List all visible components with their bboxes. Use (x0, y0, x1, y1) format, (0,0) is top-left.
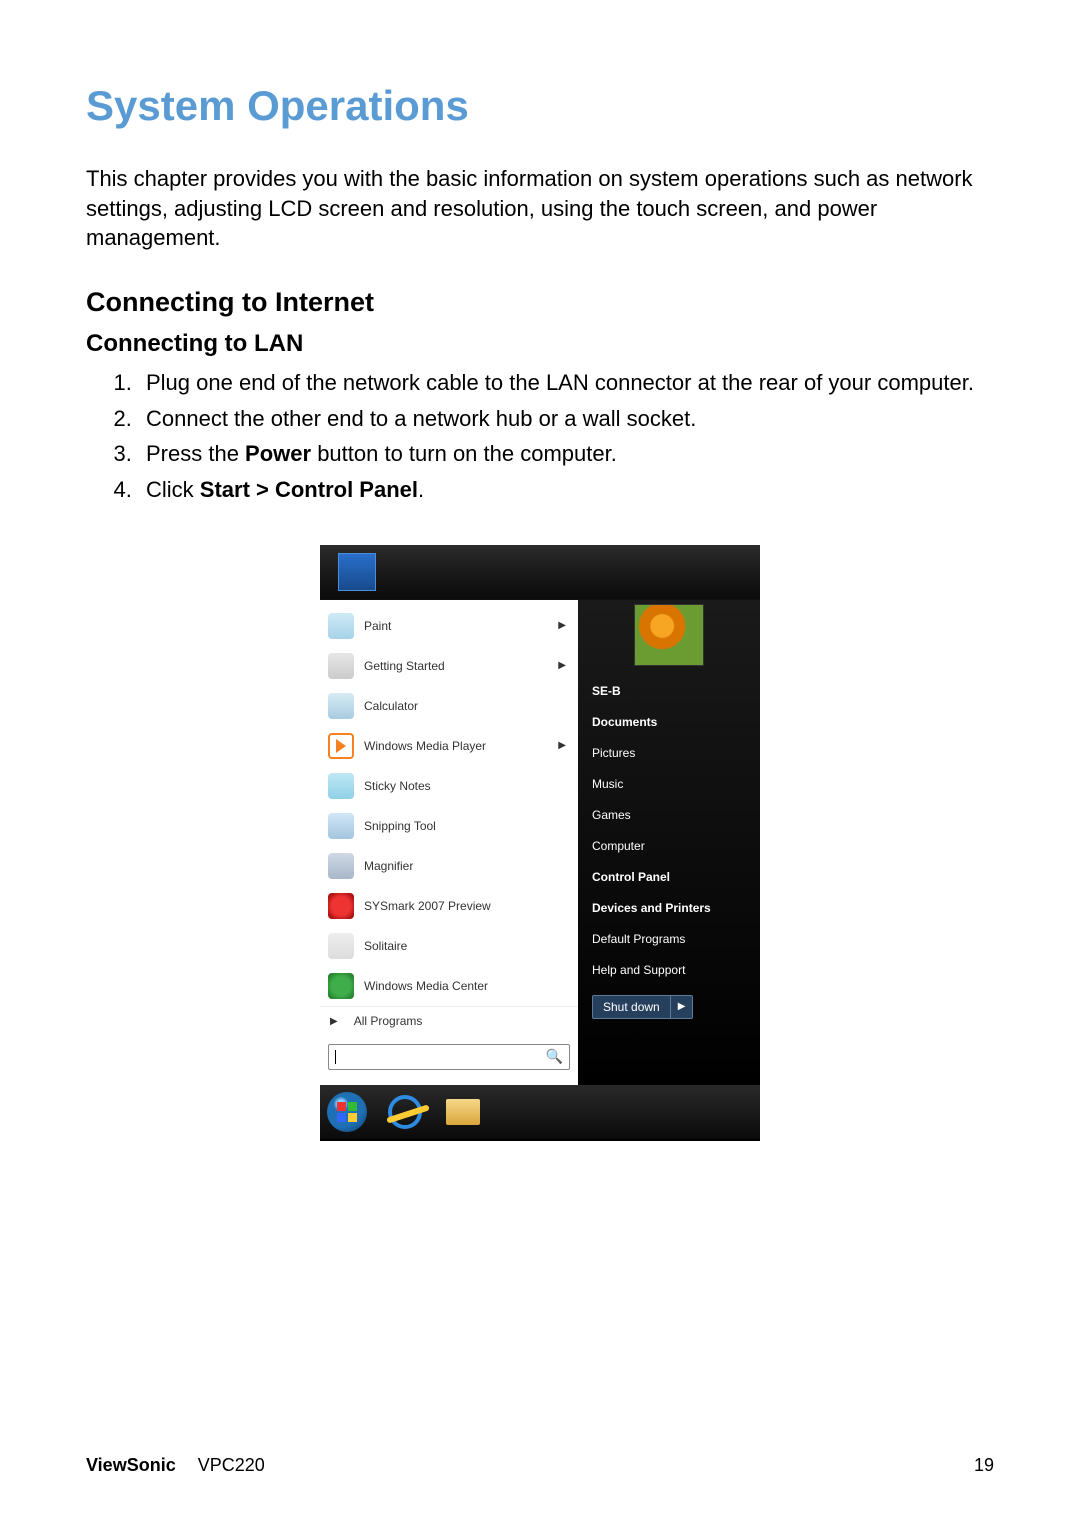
footer-brand: ViewSonic (86, 1455, 176, 1476)
program-label: Calculator (364, 699, 570, 713)
chevron-right-icon[interactable]: ▶ (670, 996, 693, 1018)
link-control-panel[interactable]: Control Panel (578, 861, 760, 892)
program-label: Sticky Notes (364, 779, 570, 793)
program-label: Snipping Tool (364, 819, 570, 833)
chevron-right-icon: ▶ (558, 620, 566, 631)
internet-explorer-icon (388, 1095, 422, 1129)
program-windows-media-center[interactable]: Windows Media Center (320, 966, 578, 1006)
folder-icon (446, 1099, 480, 1125)
program-sysmark[interactable]: SYSmark 2007 Preview (320, 886, 578, 926)
program-label: Paint (364, 619, 558, 633)
shutdown-label: Shut down (593, 996, 670, 1018)
shutdown-button[interactable]: Shut down ▶ (592, 995, 693, 1019)
link-computer[interactable]: Computer (578, 830, 760, 861)
program-label: Windows Media Center (364, 979, 570, 993)
taskbar-explorer[interactable] (442, 1093, 484, 1131)
step-1: Plug one end of the network cable to the… (138, 368, 994, 398)
program-label: Windows Media Player (364, 739, 558, 753)
search-input[interactable]: 🔍 (328, 1044, 570, 1070)
page-number: 19 (974, 1455, 994, 1476)
program-getting-started[interactable]: Getting Started ▶ (320, 646, 578, 686)
program-label: Solitaire (364, 939, 570, 953)
link-documents[interactable]: Documents (578, 706, 760, 737)
page-footer: ViewSonic VPC220 19 (86, 1455, 994, 1476)
program-calculator[interactable]: Calculator (320, 686, 578, 726)
link-pictures[interactable]: Pictures (578, 737, 760, 768)
search-icon: 🔍 (546, 1048, 563, 1065)
program-windows-media-player[interactable]: Windows Media Player ▶ (320, 726, 578, 766)
text-cursor (335, 1050, 336, 1064)
link-default-programs[interactable]: Default Programs (578, 923, 760, 954)
chevron-right-icon: ▶ (558, 740, 566, 751)
wmc-icon (328, 973, 354, 999)
snipping-tool-icon (328, 813, 354, 839)
program-magnifier[interactable]: Magnifier (320, 846, 578, 886)
magnifier-icon (328, 853, 354, 879)
taskbar (320, 1085, 760, 1139)
program-label: SYSmark 2007 Preview (364, 899, 570, 913)
chevron-right-icon: ▶ (330, 1016, 338, 1027)
link-help-and-support[interactable]: Help and Support (578, 954, 760, 985)
program-snipping-tool[interactable]: Snipping Tool (320, 806, 578, 846)
program-sticky-notes[interactable]: Sticky Notes (320, 766, 578, 806)
wmp-icon (328, 733, 354, 759)
getting-started-icon (328, 653, 354, 679)
page-title: System Operations (86, 82, 994, 130)
user-avatar[interactable] (634, 604, 704, 666)
program-label: Magnifier (364, 859, 570, 873)
start-menu-screenshot: Paint ▶ Getting Started ▶ Calculator (86, 545, 994, 1141)
footer-model: VPC220 (198, 1455, 265, 1476)
solitaire-icon (328, 933, 354, 959)
program-solitaire[interactable]: Solitaire (320, 926, 578, 966)
start-menu-titlebar (320, 545, 760, 600)
step-3: Press the Power button to turn on the co… (138, 439, 994, 469)
program-paint[interactable]: Paint ▶ (320, 606, 578, 646)
link-music[interactable]: Music (578, 768, 760, 799)
sticky-notes-icon (328, 773, 354, 799)
intro-paragraph: This chapter provides you with the basic… (86, 164, 994, 253)
program-label: Getting Started (364, 659, 558, 673)
taskbar-ie[interactable] (384, 1093, 426, 1131)
subsection-heading: Connecting to LAN (86, 330, 994, 358)
all-programs[interactable]: ▶ All Programs (320, 1006, 578, 1036)
all-programs-label: All Programs (354, 1014, 423, 1028)
paint-icon (328, 613, 354, 639)
windows-flag-icon (338, 553, 376, 591)
start-menu-left-panel: Paint ▶ Getting Started ▶ Calculator (320, 600, 578, 1085)
steps-list: Plug one end of the network cable to the… (86, 368, 994, 505)
start-menu-right-panel: SE-B Documents Pictures Music Games Comp… (578, 600, 760, 1085)
chevron-right-icon: ▶ (558, 660, 566, 671)
step-2: Connect the other end to a network hub o… (138, 404, 994, 434)
username[interactable]: SE-B (578, 676, 760, 706)
link-games[interactable]: Games (578, 799, 760, 830)
calculator-icon (328, 693, 354, 719)
windows-orb-icon (327, 1092, 367, 1132)
section-heading: Connecting to Internet (86, 287, 994, 318)
sysmark-icon (328, 893, 354, 919)
step-4: Click Start > Control Panel. (138, 475, 994, 505)
link-devices-and-printers[interactable]: Devices and Printers (578, 892, 760, 923)
start-orb[interactable] (326, 1093, 368, 1131)
